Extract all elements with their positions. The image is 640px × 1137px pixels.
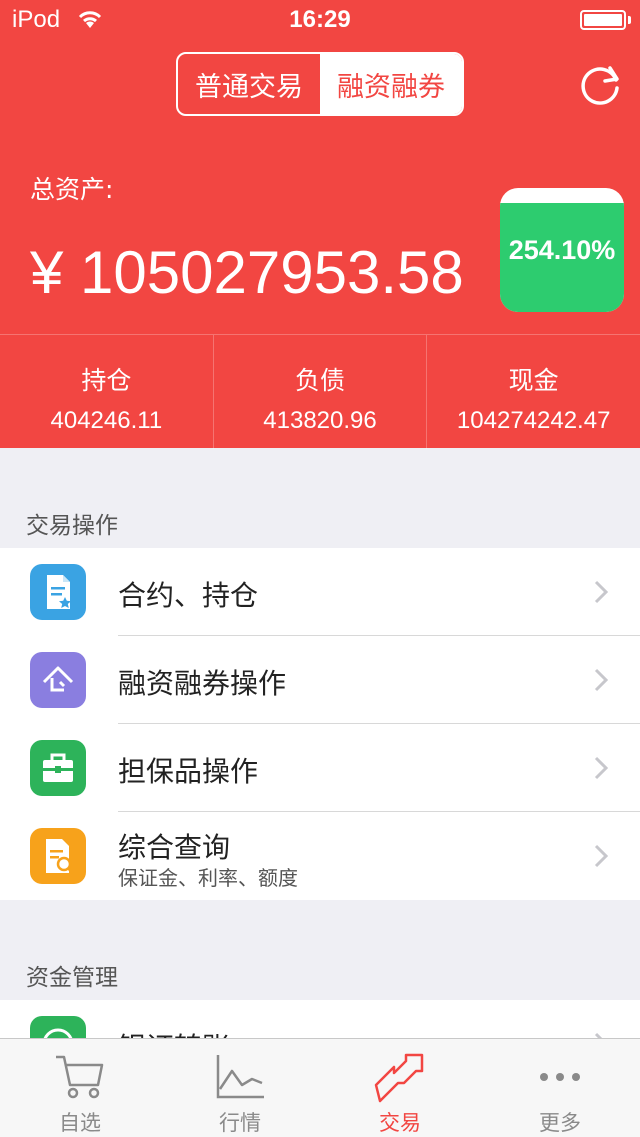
ratio-value: 254.10% — [508, 234, 616, 265]
maintenance-ratio-gauge: 254.10% — [500, 188, 624, 312]
tab-label: 交易 — [379, 1111, 421, 1135]
asset-stats: 持仓 404246.11 负债 413820.96 现金 104274242.4… — [0, 334, 640, 449]
item-sublabel: 保证金、利率、额度 — [118, 866, 298, 890]
trading-operations-list: 合约、持仓 融资融券操作 担保品操作 综合查询 保证金、利率、额度 — [0, 548, 640, 900]
stat-label: 负债 — [295, 366, 346, 395]
tab-more[interactable]: 更多 — [480, 1039, 640, 1137]
list-item-collateral-operations[interactable]: 担保品操作 — [0, 724, 640, 812]
briefcase-icon — [30, 740, 86, 796]
list-item-contracts-positions[interactable]: 合约、持仓 — [0, 548, 640, 636]
contract-document-icon — [30, 564, 86, 620]
tab-watchlist[interactable]: 自选 — [0, 1039, 160, 1137]
battery-icon — [580, 10, 626, 30]
search-document-icon — [30, 828, 86, 884]
chevron-right-icon — [594, 668, 608, 692]
total-assets-value: ¥ 105027953.58 — [30, 239, 464, 306]
tab-label: 更多 — [539, 1111, 581, 1135]
warehouse-icon — [30, 652, 86, 708]
item-label: 融资融券操作 — [118, 667, 287, 700]
total-assets-label: 总资产: — [30, 175, 114, 204]
trade-mode-segmented-control: 普通交易 融资融券 — [176, 52, 464, 116]
stat-positions: 持仓 404246.11 — [0, 335, 214, 449]
cart-icon — [56, 1055, 104, 1099]
stat-value: 104274242.47 — [456, 407, 611, 434]
header-panel: iPod 16:29 普通交易 融资融券 总资产: ¥ 105027953.58… — [0, 0, 640, 449]
list-item-comprehensive-query[interactable]: 综合查询 保证金、利率、额度 — [0, 812, 640, 900]
trade-arrows-icon — [374, 1053, 424, 1103]
tab-trade[interactable]: 交易 — [320, 1039, 480, 1137]
segment-margin-trade[interactable]: 融资融券 — [320, 54, 462, 114]
chart-icon — [216, 1055, 264, 1099]
chevron-right-icon — [594, 844, 608, 868]
refresh-icon[interactable] — [576, 60, 624, 108]
battery-tip — [628, 16, 631, 24]
item-label: 合约、持仓 — [118, 579, 259, 612]
stat-value: 404246.11 — [50, 407, 163, 434]
more-dots-icon — [540, 1073, 580, 1081]
tab-label: 行情 — [219, 1111, 261, 1135]
stat-value: 413820.96 — [263, 407, 377, 434]
list-item-margin-operations[interactable]: 融资融券操作 — [0, 636, 640, 724]
chevron-right-icon — [594, 580, 608, 604]
tab-market[interactable]: 行情 — [160, 1039, 320, 1137]
tab-label: 自选 — [59, 1111, 101, 1135]
stat-liabilities: 负债 413820.96 — [214, 335, 428, 449]
section-title-funds: 资金管理 — [26, 965, 118, 991]
status-bar: iPod 16:29 — [0, 0, 640, 40]
status-time: 16:29 — [289, 6, 351, 33]
segment-normal-trade[interactable]: 普通交易 — [178, 54, 320, 114]
stat-cash: 现金 104274242.47 — [427, 335, 640, 449]
item-label: 担保品操作 — [118, 755, 259, 788]
section-title-trading: 交易操作 — [26, 513, 118, 539]
tab-bar: 自选 行情 交易 更多 — [0, 1038, 640, 1137]
item-label: 综合查询 — [118, 831, 231, 864]
chevron-right-icon — [594, 756, 608, 780]
stat-label: 现金 — [508, 366, 559, 395]
stat-label: 持仓 — [81, 366, 132, 395]
